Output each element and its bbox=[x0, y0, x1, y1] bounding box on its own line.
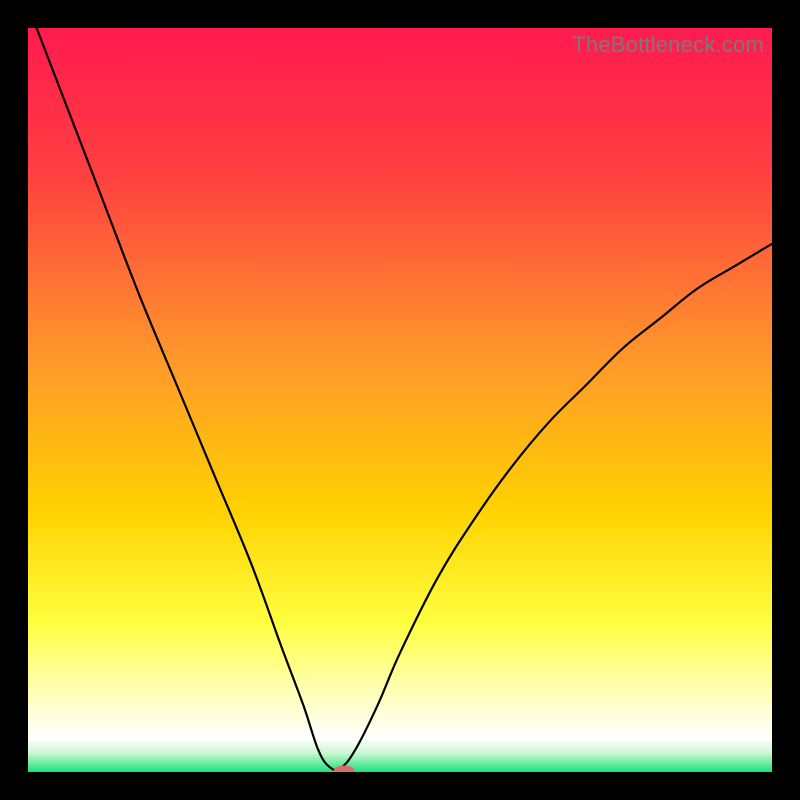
bottleneck-chart bbox=[28, 28, 772, 772]
watermark-label: TheBottleneck.com bbox=[572, 32, 764, 58]
chart-background bbox=[28, 28, 772, 772]
plot-frame: TheBottleneck.com bbox=[28, 28, 772, 772]
